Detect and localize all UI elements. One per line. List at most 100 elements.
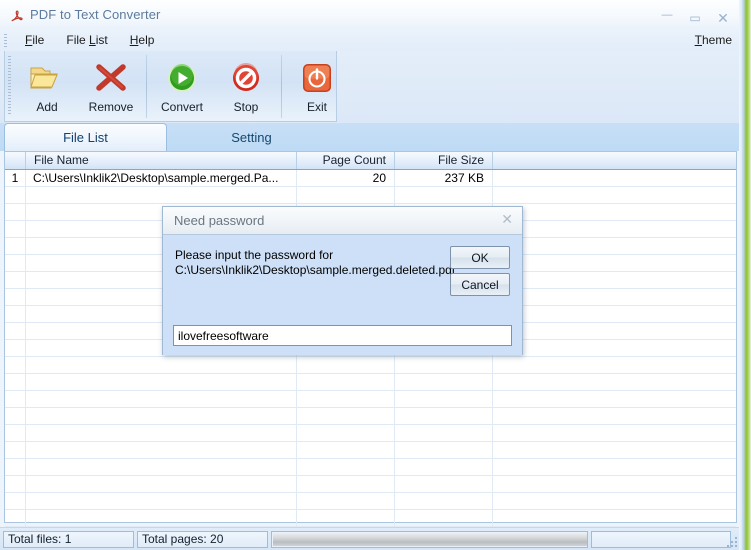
cell-pages: 20 <box>297 170 395 186</box>
toolbar-buttons: Add Remove Convert Stop Exit <box>15 51 349 122</box>
status-spare-panel <box>591 531 731 548</box>
cell-pages <box>297 408 395 424</box>
close-icon[interactable]: ✕ <box>710 9 736 27</box>
status-total-files: Total files: 1 <box>3 531 134 548</box>
cell-idx <box>5 340 26 356</box>
menu-item-file-list-rest: ist <box>95 33 108 47</box>
cell-name <box>26 459 297 475</box>
password-input[interactable] <box>173 325 512 346</box>
menu-item-file[interactable]: File <box>14 33 55 48</box>
cell-pages <box>297 187 395 203</box>
tab-file-list[interactable]: File List <box>4 123 167 151</box>
cell-size <box>395 476 493 492</box>
cell-size <box>395 493 493 509</box>
table-row[interactable] <box>5 374 736 391</box>
ok-button[interactable]: OK <box>450 246 510 269</box>
table-row[interactable] <box>5 493 736 510</box>
cell-idx <box>5 510 26 526</box>
grid-header-index[interactable] <box>5 152 26 169</box>
menu-bar: File File List Help Theme <box>0 31 742 51</box>
table-row[interactable] <box>5 442 736 459</box>
cell-filler <box>493 374 736 390</box>
cell-filler <box>493 170 736 186</box>
resize-grip[interactable] <box>727 537 738 548</box>
grid-header-file-size[interactable]: File Size <box>395 152 493 169</box>
dialog-title-bar: Need password ✕ <box>163 207 522 235</box>
table-row[interactable] <box>5 425 736 442</box>
cell-size: 237 KB <box>395 170 493 186</box>
menu-item-theme[interactable]: Theme <box>695 33 732 48</box>
cancel-button[interactable]: Cancel <box>450 273 510 296</box>
cell-filler <box>493 221 736 237</box>
exit-button-label: Exit <box>306 100 327 114</box>
menu-item-file-list[interactable]: File List <box>55 33 118 48</box>
cell-name <box>26 408 297 424</box>
menu-item-help[interactable]: Help <box>119 33 166 48</box>
cell-filler <box>493 459 736 475</box>
toolbar-separator-1 <box>146 55 147 118</box>
cell-pages <box>297 459 395 475</box>
maximize-icon[interactable]: ▭ <box>682 9 708 27</box>
status-bar: Total files: 1 Total pages: 20 <box>0 527 742 550</box>
grid-header-page-count[interactable]: Page Count <box>297 152 395 169</box>
cell-idx <box>5 306 26 322</box>
convert-button[interactable]: Convert <box>150 51 214 122</box>
cell-filler <box>493 340 736 356</box>
cell-filler <box>493 272 736 288</box>
cell-pages <box>297 357 395 373</box>
cell-size <box>395 187 493 203</box>
window-controls: — ▭ ✕ <box>654 6 736 30</box>
cell-name <box>26 357 297 373</box>
menu-item-help-rest: elp <box>138 33 155 47</box>
cell-filler <box>493 510 736 526</box>
tab-setting[interactable]: Setting <box>170 123 333 151</box>
cell-filler <box>493 408 736 424</box>
exit-button[interactable]: Exit <box>285 51 349 122</box>
cell-idx <box>5 442 26 458</box>
toolbar-separator-2 <box>281 55 282 118</box>
cell-name <box>26 374 297 390</box>
power-off-icon <box>301 57 333 99</box>
remove-button[interactable]: Remove <box>79 51 143 122</box>
red-x-icon <box>94 57 128 99</box>
cell-idx <box>5 289 26 305</box>
table-row[interactable]: 1 C:\Users\Inklik2\Desktop\sample.merged.… <box>5 170 736 187</box>
cell-filler <box>493 289 736 305</box>
cell-name <box>26 187 297 203</box>
table-row[interactable] <box>5 391 736 408</box>
cell-size <box>395 425 493 441</box>
cell-size <box>395 374 493 390</box>
remove-button-label: Remove <box>88 100 134 114</box>
table-row[interactable] <box>5 187 736 204</box>
cell-idx <box>5 374 26 390</box>
menu-drag-grip[interactable] <box>4 34 7 47</box>
cell-idx: 1 <box>5 170 26 186</box>
cell-size <box>395 408 493 424</box>
green-play-icon <box>166 57 198 99</box>
table-row[interactable] <box>5 510 736 527</box>
dialog-close-icon[interactable]: ✕ <box>501 211 513 227</box>
cell-size <box>395 391 493 407</box>
cell-idx <box>5 238 26 254</box>
cell-pages <box>297 476 395 492</box>
cell-name <box>26 493 297 509</box>
cell-name <box>26 510 297 526</box>
stop-button[interactable]: Stop <box>214 51 278 122</box>
grid-header-file-name[interactable]: File Name <box>26 152 297 169</box>
add-button[interactable]: Add <box>15 51 79 122</box>
table-row[interactable] <box>5 357 736 374</box>
dialog-title: Need password <box>174 213 265 228</box>
cell-pages <box>297 391 395 407</box>
cell-idx <box>5 357 26 373</box>
cell-filler <box>493 323 736 339</box>
cell-filler <box>493 357 736 373</box>
minimize-icon[interactable]: — <box>654 6 680 30</box>
cell-filler <box>493 425 736 441</box>
table-row[interactable] <box>5 459 736 476</box>
cell-filler <box>493 442 736 458</box>
table-row[interactable] <box>5 408 736 425</box>
table-row[interactable] <box>5 476 736 493</box>
need-password-dialog: Need password ✕ Please input the passwor… <box>162 206 523 355</box>
toolbar-drag-grip[interactable] <box>8 56 11 116</box>
cell-filler <box>493 493 736 509</box>
